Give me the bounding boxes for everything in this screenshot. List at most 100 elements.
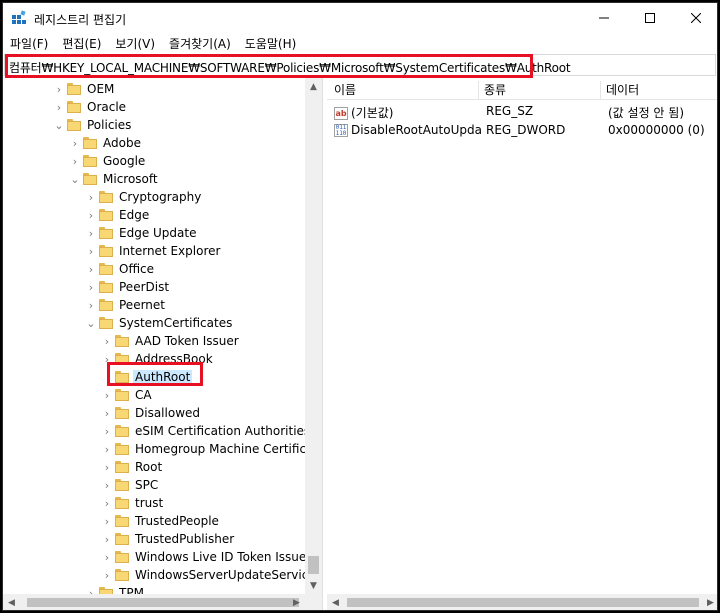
- column-header-type[interactable]: 종류: [479, 81, 601, 99]
- chevron-down-icon[interactable]: ⌄: [83, 314, 99, 332]
- values-list-header: 이름 종류 데이터: [327, 78, 717, 100]
- value-data: (값 설정 안 됨): [608, 106, 685, 120]
- value-row[interactable]: ab (기본값) REG_SZ (값 설정 안 됨): [327, 102, 717, 121]
- tree-vertical-scrollbar[interactable]: ▲ ▼: [305, 78, 322, 594]
- menu-help[interactable]: 도움말(H): [238, 33, 304, 53]
- scrollbar-corner: [305, 594, 322, 610]
- tree-item[interactable]: › Edge: [83, 206, 151, 224]
- tree-item[interactable]: › Homegroup Machine Certificates: [99, 440, 322, 458]
- chevron-right-icon[interactable]: ›: [99, 422, 115, 440]
- value-row[interactable]: 011 110 DisableRootAutoUpdate REG_DWORD 0x…: [327, 121, 717, 140]
- tree-item[interactable]: › Disallowed: [99, 404, 202, 422]
- chevron-down-icon[interactable]: ⌄: [67, 170, 83, 188]
- folder-icon: [115, 569, 129, 581]
- tree-item[interactable]: › TrustedPeople: [99, 512, 221, 530]
- tree-item-label: TrustedPublisher: [135, 532, 235, 546]
- tree-item-label: Policies: [87, 118, 132, 132]
- folder-icon: [115, 515, 129, 527]
- tree-item[interactable]: › PeerDist: [83, 278, 171, 296]
- address-bar[interactable]: 컴퓨터₩HKEY_LOCAL_MACHINE₩SOFTWARE₩Policies…: [4, 54, 716, 78]
- authroot-highlight-box: [107, 362, 203, 386]
- chevron-right-icon[interactable]: ›: [67, 134, 83, 152]
- tree-item[interactable]: › SPC: [99, 476, 160, 494]
- chevron-right-icon[interactable]: ›: [99, 404, 115, 422]
- tree-item[interactable]: ⌄ Microsoft: [67, 170, 160, 188]
- tree-item[interactable]: › eSIM Certification Authorities: [99, 422, 312, 440]
- chevron-right-icon[interactable]: ›: [83, 242, 99, 260]
- folder-icon: [99, 209, 113, 221]
- chevron-right-icon[interactable]: ›: [99, 458, 115, 476]
- tree-item[interactable]: › Google: [67, 152, 147, 170]
- tree-item[interactable]: › Oracle: [51, 98, 128, 116]
- values-horizontal-scrollbar[interactable]: ◀ ▶: [327, 594, 717, 610]
- column-header-data[interactable]: 데이터: [601, 81, 717, 99]
- tree-item[interactable]: › trust: [99, 494, 165, 512]
- tree-item[interactable]: › Peernet: [83, 296, 167, 314]
- scroll-left-icon[interactable]: ◀: [327, 594, 344, 610]
- title-bar: 레지스트리 편집기: [3, 3, 717, 33]
- chevron-right-icon[interactable]: ›: [67, 152, 83, 170]
- tree-item[interactable]: › TrustedPublisher: [99, 530, 236, 548]
- value-type: REG_DWORD: [486, 123, 566, 137]
- tree-item-label: AAD Token Issuer: [135, 334, 239, 348]
- tree-item[interactable]: › Internet Explorer: [83, 242, 222, 260]
- maximize-button[interactable]: [627, 3, 673, 33]
- tree-item[interactable]: › CA: [99, 386, 154, 404]
- chevron-right-icon[interactable]: ›: [99, 512, 115, 530]
- column-header-name[interactable]: 이름: [329, 81, 479, 99]
- tree-item[interactable]: › WindowsServerUpdateServices: [99, 566, 322, 584]
- tree-item[interactable]: › Windows Live ID Token Issuer: [99, 548, 313, 566]
- menu-edit[interactable]: 편집(E): [55, 33, 108, 53]
- menu-file[interactable]: 파일(F): [3, 33, 55, 53]
- scroll-up-icon[interactable]: ▲: [305, 78, 322, 95]
- minimize-button[interactable]: [581, 3, 627, 33]
- chevron-right-icon[interactable]: ›: [83, 296, 99, 314]
- chevron-right-icon[interactable]: ›: [99, 530, 115, 548]
- scroll-right-icon[interactable]: ▶: [702, 594, 717, 610]
- window-title: 레지스트리 편집기: [34, 13, 127, 27]
- chevron-right-icon[interactable]: ›: [99, 548, 115, 566]
- chevron-right-icon[interactable]: ›: [83, 188, 99, 206]
- tree-vertical-scroll-thumb[interactable]: [308, 556, 319, 574]
- tree-item[interactable]: › AAD Token Issuer: [99, 332, 241, 350]
- tree-horizontal-scrollbar[interactable]: ◀ ▶: [3, 594, 305, 610]
- tree-item-label: Adobe: [103, 136, 141, 150]
- tree-item[interactable]: › OEM: [51, 80, 116, 98]
- chevron-right-icon[interactable]: ›: [83, 224, 99, 242]
- chevron-right-icon[interactable]: ›: [99, 566, 115, 584]
- scroll-left-icon[interactable]: ◀: [3, 594, 20, 610]
- chevron-right-icon[interactable]: ›: [99, 332, 115, 350]
- tree-item[interactable]: ⌄ SystemCertificates: [83, 314, 234, 332]
- registry-editor-window: 레지스트리 편집기 파일(F) 편집(E) 보기(V) 즐겨찾기(A) 도움말(…: [2, 2, 718, 611]
- tree-item[interactable]: ⌄ Policies: [51, 116, 133, 134]
- chevron-right-icon[interactable]: ›: [83, 206, 99, 224]
- chevron-right-icon[interactable]: ›: [99, 440, 115, 458]
- tree-item[interactable]: › Root: [99, 458, 164, 476]
- close-button[interactable]: [673, 3, 717, 33]
- chevron-right-icon[interactable]: ›: [99, 494, 115, 512]
- tree-item[interactable]: › Office: [83, 260, 156, 278]
- tree-item-label: Internet Explorer: [119, 244, 221, 258]
- menu-view[interactable]: 보기(V): [108, 33, 162, 53]
- chevron-right-icon[interactable]: ›: [83, 260, 99, 278]
- tree-item[interactable]: › Adobe: [67, 134, 143, 152]
- menu-favorites[interactable]: 즐겨찾기(A): [162, 33, 238, 53]
- folder-icon: [115, 425, 129, 437]
- registry-tree-pane[interactable]: › OEM › Oracle ⌄ Policies › Adobe › Google ⌄ Micros…: [3, 78, 323, 610]
- address-highlight-box: [5, 54, 533, 78]
- scroll-down-icon[interactable]: ▼: [305, 577, 322, 594]
- values-horizontal-scroll-thumb[interactable]: [347, 598, 699, 607]
- chevron-right-icon[interactable]: ›: [99, 386, 115, 404]
- tree-item[interactable]: › Cryptography: [83, 188, 203, 206]
- chevron-right-icon[interactable]: ›: [99, 476, 115, 494]
- chevron-down-icon[interactable]: ⌄: [51, 116, 67, 134]
- tree-item[interactable]: › Edge Update: [83, 224, 198, 242]
- folder-icon: [115, 497, 129, 509]
- folder-icon: [67, 119, 81, 131]
- values-list-pane[interactable]: 이름 종류 데이터 ab (기본값) REG_SZ (값 설정 안 됨) 011 1…: [327, 78, 717, 610]
- chevron-right-icon[interactable]: ›: [51, 80, 67, 98]
- chevron-right-icon[interactable]: ›: [83, 278, 99, 296]
- chevron-right-icon[interactable]: ›: [51, 98, 67, 116]
- scroll-right-icon[interactable]: ▶: [288, 594, 305, 610]
- tree-horizontal-scroll-thumb[interactable]: [27, 598, 299, 607]
